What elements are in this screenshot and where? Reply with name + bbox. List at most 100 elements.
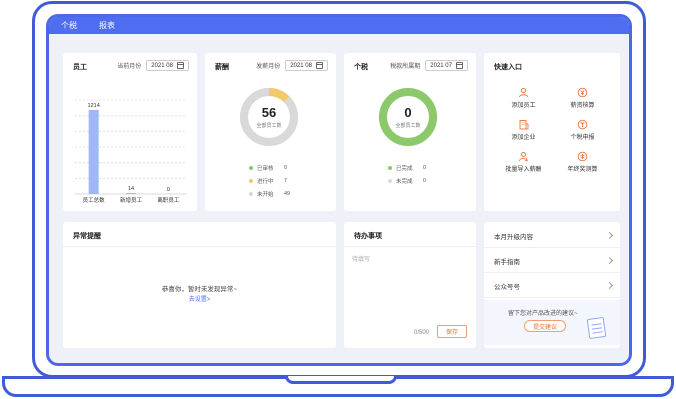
app-screen: 个税 报表 员工 当前月份 2021 08 1214 员工总数 14 新增员工 0 离职员… [46, 14, 632, 366]
total-label: 全部员工数 [256, 122, 282, 129]
money-icon [577, 85, 588, 98]
donut-center: 56 全部员工数 [237, 85, 301, 149]
shortcut-item[interactable]: 添加企业 [494, 117, 553, 141]
settings-link[interactable]: 去设置> [63, 294, 336, 303]
todo-card: 待办事项 待填写 0/500 保存 [344, 222, 476, 348]
shortcuts-card: 快速入口 添加员工 薪资核算添加企业 个税申报批量导入薪酬 年终奖测算 [484, 53, 620, 211]
tax-donut: 0 全部员工数 [376, 85, 440, 149]
legend-item: 未开始 49 [249, 190, 290, 198]
laptop-base [2, 376, 674, 397]
month-label: 税款所属期 [390, 64, 421, 70]
tab-tax[interactable]: 个税 [61, 20, 77, 31]
category-label: 员工总数 [83, 196, 106, 204]
document-icon [586, 316, 607, 340]
legend-value: 0 [423, 178, 427, 184]
exceptions-card: 异常提醒 恭喜你，暂时未发现异常~ 去设置> [63, 222, 336, 348]
salary-donut: 56 全部员工数 [237, 85, 301, 149]
date-input[interactable]: 2021 08 [285, 60, 328, 71]
link-label: 新手指南 [494, 258, 520, 266]
card-title: 个税 [354, 64, 368, 71]
legend-value: 49 [284, 191, 291, 197]
link-label: 公众号号 [494, 283, 520, 291]
divider [63, 246, 336, 247]
card-title: 快速入口 [494, 64, 522, 71]
shortcut-label: 添加企业 [511, 135, 536, 141]
link-item[interactable]: 本月升级内容 [484, 224, 620, 248]
salary-card: 薪酬 发薪月份 2021 08 56 全部员工数 已审核 0 进行中 7 未开始 49 [205, 53, 336, 211]
legend-name: 未完成 [396, 179, 413, 185]
shortcut-item[interactable]: 添加员工 [494, 85, 553, 109]
legend-item: 未完成 0 [388, 177, 426, 185]
calendar-icon [456, 62, 463, 69]
feedback-panel: 留下您对产品改进的建议~ 提交建议 [484, 300, 620, 345]
legend-value: 0 [423, 165, 427, 171]
legend-dot [249, 192, 253, 196]
link-item[interactable]: 公众号号 [484, 274, 620, 298]
legend-dot [249, 166, 253, 170]
calculator-icon [577, 149, 588, 162]
divider [344, 246, 476, 247]
shortcut-item[interactable]: 年终奖测算 [553, 149, 612, 173]
shortcut-grid: 添加员工 薪资核算添加企业 个税申报批量导入薪酬 年终奖测算 [494, 85, 612, 173]
legend-value: 0 [284, 165, 288, 171]
bar-value-label: 0 [167, 187, 170, 193]
links-card: 本月升级内容 新手指南公众号号 留下您对产品改进的建议~ 提交建议 [484, 222, 620, 348]
bar [126, 193, 136, 194]
month-picker: 发薪月份 2021 08 [256, 60, 328, 71]
legend-item: 已完成 0 [388, 164, 426, 172]
donut-center: 0 全部员工数 [376, 85, 440, 149]
total-count: 56 [261, 104, 277, 120]
shortcut-label: 薪资核算 [570, 103, 595, 109]
legend-item: 已审核 0 [249, 164, 290, 172]
shortcut-item[interactable]: 个税申报 [553, 117, 612, 141]
card-title: 薪酬 [215, 64, 229, 71]
save-button[interactable]: 保存 [437, 325, 467, 338]
legend-name: 进行中 [257, 179, 274, 185]
bar-value-label: 14 [128, 186, 134, 192]
total-label: 全部员工数 [395, 122, 421, 129]
link-label: 本月升级内容 [494, 233, 533, 241]
legend-dot [388, 166, 392, 170]
shortcut-label: 年终奖测算 [567, 167, 598, 173]
submit-feedback-button[interactable]: 提交建议 [524, 320, 566, 332]
empty-message: 恭喜你，暂时未发现异常~ [161, 286, 238, 293]
calendar-icon [316, 62, 323, 69]
date-value: 2021 08 [290, 62, 312, 69]
salary-legend: 已审核 0 进行中 7 未开始 49 [249, 164, 290, 198]
shortcut-label: 个税申报 [570, 135, 595, 141]
building-icon [518, 117, 529, 130]
legend-name: 未开始 [257, 192, 274, 198]
legend-value: 7 [284, 178, 288, 184]
chevron-right-icon [605, 231, 614, 240]
laptop-illustration: 个税 报表 员工 当前月份 2021 08 1214 员工总数 14 新增员工 0 离职员… [0, 0, 676, 399]
category-label: 新增员工 [120, 196, 143, 204]
tax-card: 个税 税款所属期 2021 07 0 全部员工数 已完成 0 未完成 0 [344, 53, 476, 211]
top-nav: 个税 报表 [49, 17, 629, 34]
card-title: 异常提醒 [73, 233, 101, 240]
user-icon [518, 85, 529, 98]
shortcut-label: 批量导入薪酬 [505, 167, 542, 173]
employees-bar-chart: 1214 员工总数 14 新增员工 0 离职员工 [75, 99, 187, 204]
todo-textarea[interactable]: 待填写 [352, 254, 370, 263]
legend-dot [388, 179, 392, 183]
card-title: 待办事项 [354, 233, 382, 240]
shortcut-item[interactable]: 批量导入薪酬 [494, 149, 553, 173]
tab-reports[interactable]: 报表 [99, 20, 115, 31]
import-icon [518, 149, 529, 162]
char-count: 0/500 [414, 330, 430, 336]
month-label: 发薪月份 [256, 64, 281, 70]
tax-legend: 已完成 0 未完成 0 [388, 164, 426, 185]
total-count: 0 [404, 104, 412, 120]
legend-name: 已审核 [257, 166, 274, 172]
link-item[interactable]: 新手指南 [484, 249, 620, 273]
month-picker: 税款所属期 2021 07 [390, 60, 468, 71]
tax-icon [577, 117, 588, 130]
date-input[interactable]: 2021 07 [425, 60, 468, 71]
category-label: 离职员工 [157, 196, 180, 204]
employees-card: 员工 当前月份 2021 08 1214 员工总数 14 新增员工 0 离职员工 [63, 53, 197, 211]
laptop-notch [285, 376, 397, 384]
shortcut-item[interactable]: 薪资核算 [553, 85, 612, 109]
legend-dot [249, 179, 253, 183]
bar [88, 110, 99, 194]
feedback-text: 留下您对产品改进的建议~ [508, 311, 578, 317]
